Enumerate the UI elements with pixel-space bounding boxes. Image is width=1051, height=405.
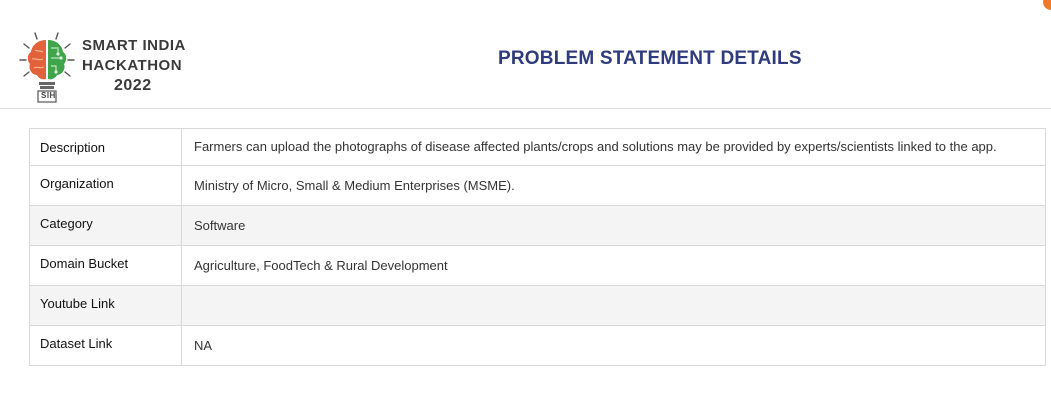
table-row-dataset-link: Dataset Link NA	[29, 325, 1046, 366]
row-label: Youtube Link	[29, 285, 182, 326]
logo-line-1: SMART INDIA	[82, 37, 186, 54]
row-value-link[interactable]	[181, 285, 1046, 326]
sih-logo[interactable]: SIH SMART INDIA HACKATHON 2022	[18, 28, 198, 106]
row-label: Organization	[29, 165, 182, 206]
logo-wordmark: SMART INDIA HACKATHON 2022	[82, 36, 186, 96]
logo-badge: SIH	[41, 91, 56, 100]
corner-accent-dot	[1043, 0, 1051, 10]
table-row-domain-bucket: Domain Bucket Agriculture, FoodTech & Ru…	[29, 245, 1046, 286]
page-title: PROBLEM STATEMENT DETAILS	[498, 48, 802, 69]
row-label: Dataset Link	[29, 325, 182, 366]
row-value: Ministry of Micro, Small & Medium Enterp…	[181, 165, 1046, 206]
table-row-organization: Organization Ministry of Micro, Small & …	[29, 165, 1046, 206]
row-label: Category	[29, 205, 182, 246]
row-value-link[interactable]: NA	[181, 325, 1046, 366]
row-label: Domain Bucket	[29, 245, 182, 286]
table-row-youtube-link: Youtube Link	[29, 285, 1046, 326]
page-header: SIH SMART INDIA HACKATHON 2022 PROBLEM S…	[0, 0, 1051, 109]
logo-line-2: HACKATHON	[82, 57, 183, 74]
row-value: Software	[181, 205, 1046, 246]
table-row-category: Category Software	[29, 205, 1046, 246]
row-value: Agriculture, FoodTech & Rural Developmen…	[181, 245, 1046, 286]
table-row-description: Description Farmers can upload the photo…	[29, 128, 1046, 166]
logo-year: 2022	[114, 77, 152, 94]
problem-details-table: Description Farmers can upload the photo…	[29, 128, 1046, 366]
row-label: Description	[29, 128, 182, 166]
row-value: Farmers can upload the photographs of di…	[181, 128, 1046, 166]
